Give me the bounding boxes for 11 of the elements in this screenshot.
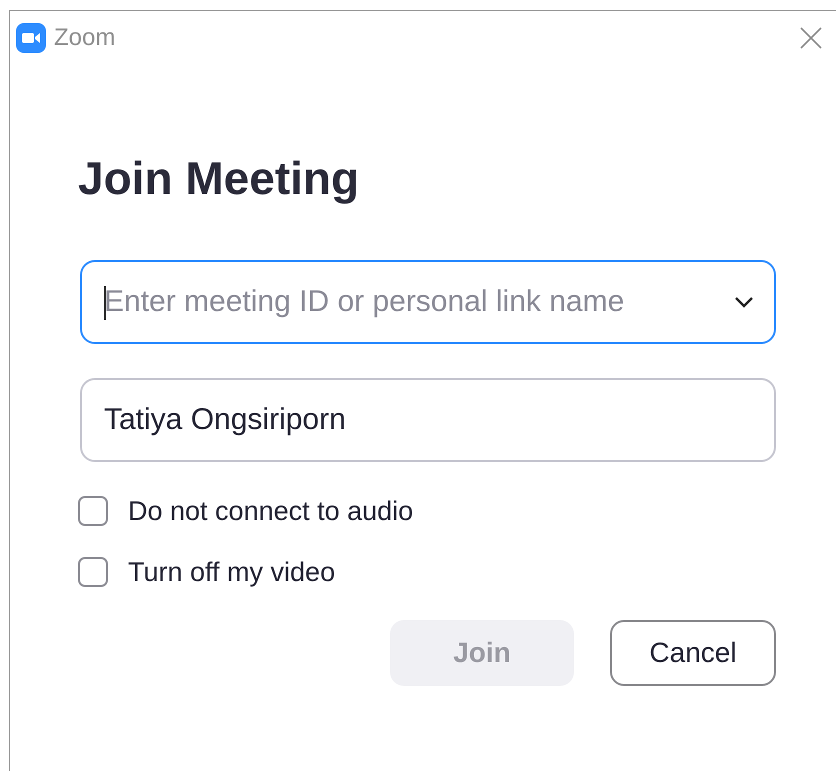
app-logo-icon bbox=[16, 23, 46, 53]
dialog-heading: Join Meeting bbox=[78, 153, 360, 204]
cancel-button[interactable]: Cancel bbox=[610, 620, 776, 686]
checkbox-label[interactable]: Do not connect to audio bbox=[128, 496, 414, 527]
chevron-down-icon[interactable] bbox=[734, 296, 754, 308]
checkbox[interactable] bbox=[78, 496, 108, 526]
name-field[interactable]: Tatiya Ongsiriporn bbox=[80, 378, 776, 462]
close-icon[interactable] bbox=[800, 27, 822, 49]
checkbox[interactable] bbox=[78, 557, 108, 588]
window-title: Zoom bbox=[54, 24, 116, 52]
checkbox-label[interactable]: Turn off my video bbox=[128, 556, 336, 588]
